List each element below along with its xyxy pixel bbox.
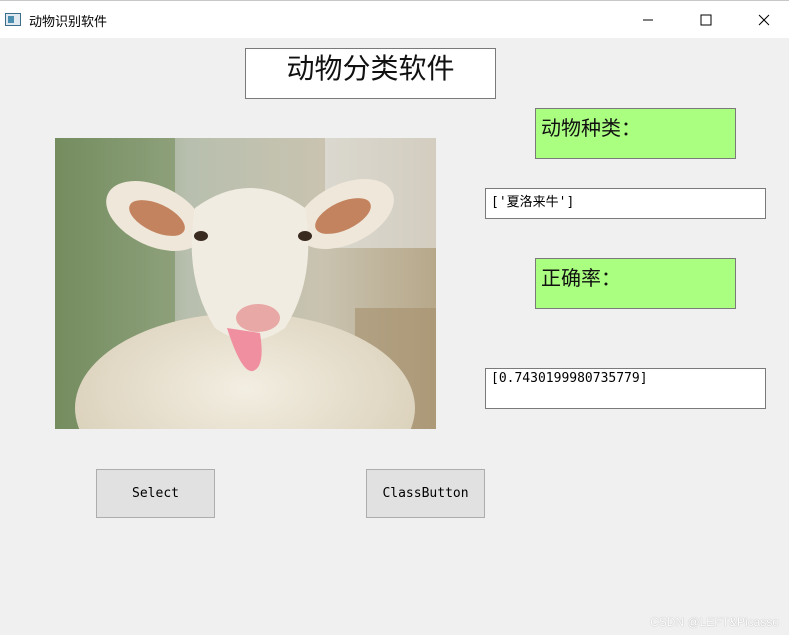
minimize-icon (643, 19, 653, 20)
minimize-button[interactable] (619, 1, 677, 38)
watermark: CSDN @LEFT&Picasso (650, 615, 779, 629)
sheep-photo (55, 138, 436, 429)
maximize-button[interactable] (677, 1, 735, 38)
select-button[interactable]: Select (96, 469, 215, 518)
accuracy-label: 正确率： (535, 258, 736, 309)
close-button[interactable] (735, 1, 789, 38)
maximize-icon (700, 14, 712, 25)
title-bar: 动物识别软件 (0, 0, 789, 38)
app-heading: 动物分类软件 (245, 48, 496, 99)
close-icon (758, 14, 770, 25)
species-result-field: ['夏洛来牛'] (485, 188, 766, 219)
app-window-icon (5, 13, 21, 26)
window-title: 动物识别软件 (29, 15, 108, 30)
classify-button[interactable]: ClassButton (366, 469, 485, 518)
species-label: 动物种类： (535, 108, 736, 159)
accuracy-result-field: [0.7430199980735779] (485, 368, 766, 409)
